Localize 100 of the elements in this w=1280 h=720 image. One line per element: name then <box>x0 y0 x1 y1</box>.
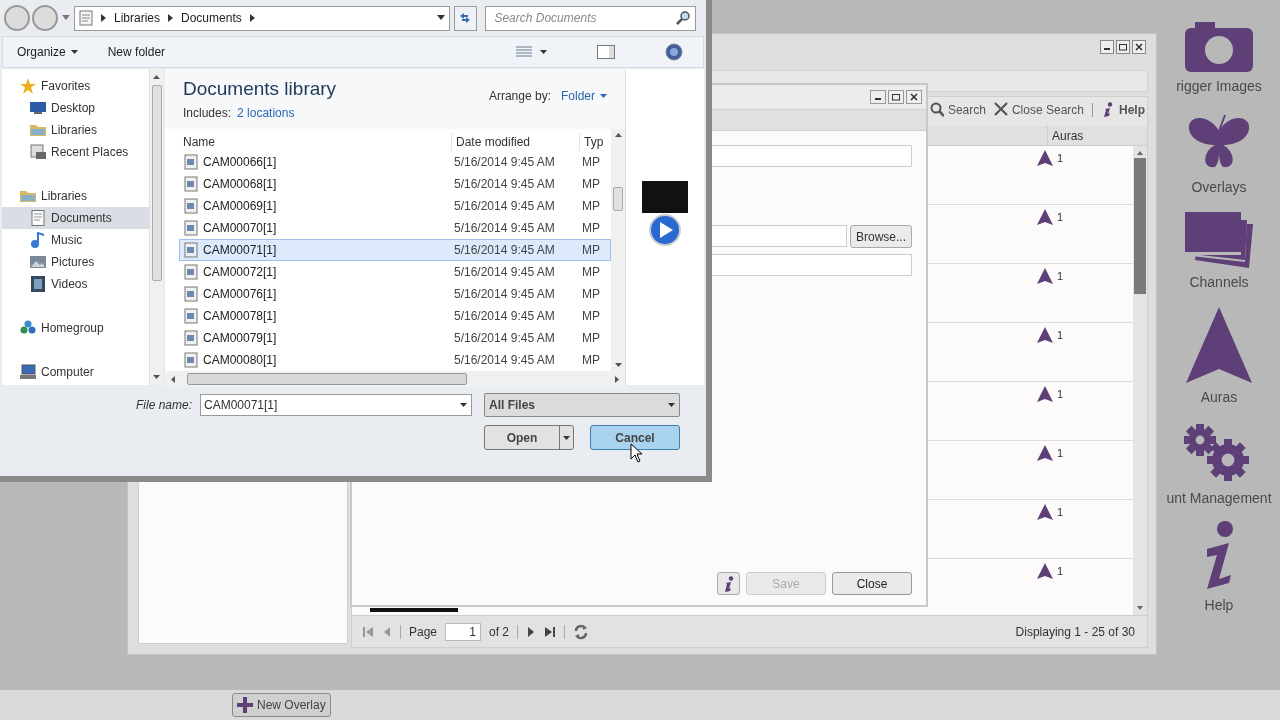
toolbar-button[interactable]: New folder <box>107 43 166 61</box>
open-button[interactable]: Open <box>484 425 574 450</box>
search-field[interactable]: Search Documents <box>485 5 696 31</box>
file-row[interactable]: CAM00072[1] 5/16/2014 9:45 AM MP <box>179 261 611 283</box>
column-header[interactable]: Date modified <box>451 133 579 151</box>
arrange-dropdown[interactable]: Folder <box>561 87 607 105</box>
sidebar-label[interactable]: rigger Images <box>1176 76 1262 97</box>
info-button[interactable] <box>717 572 740 595</box>
nav-item[interactable]: Libraries <box>2 119 149 141</box>
column-header[interactable]: Typ <box>579 133 609 151</box>
file-name-field[interactable]: CAM00071[1] <box>200 394 472 416</box>
minimize-button[interactable] <box>870 90 886 104</box>
search-icon <box>929 102 944 117</box>
scrollbar[interactable] <box>611 129 625 371</box>
sidebar-label[interactable]: unt Management <box>1166 488 1272 509</box>
maximize-button[interactable] <box>888 90 904 104</box>
nav-item[interactable]: Libraries <box>2 185 149 207</box>
left-arrow-icon <box>171 375 175 383</box>
nav-item[interactable]: Pictures <box>2 251 149 273</box>
refresh-icon <box>573 623 590 640</box>
nav-item[interactable]: Favorites <box>2 75 149 97</box>
search-icon <box>676 10 690 25</box>
sidebar-label[interactable]: Channels <box>1189 272 1249 293</box>
aura-icon <box>1037 504 1053 520</box>
library-title: Documents library <box>183 77 337 101</box>
help-button[interactable]: Help <box>1101 100 1145 119</box>
close-button[interactable] <box>1132 40 1146 54</box>
column-header[interactable]: Auras <box>1047 126 1127 145</box>
includes-label: Includes: <box>183 104 232 122</box>
nav-item[interactable]: Recent Places <box>2 141 149 163</box>
scrollbar-thumb[interactable] <box>187 373 467 385</box>
scrollbar[interactable] <box>165 371 625 387</box>
refresh-button[interactable] <box>453 5 478 31</box>
up-arrow-icon <box>153 75 160 79</box>
file-row[interactable]: CAM00071[1] 5/16/2014 9:45 AM MP <box>179 239 611 261</box>
scrollbar-thumb[interactable] <box>613 187 623 211</box>
previous-page-icon <box>382 625 392 638</box>
scrollbar-thumb[interactable] <box>1134 158 1146 294</box>
page-field[interactable]: 1 <box>445 622 482 641</box>
toolbar-button[interactable]: Organize <box>17 43 78 61</box>
file-name: CAM00068[1] <box>203 176 277 193</box>
breadcrumb[interactable]: Libraries <box>114 9 161 27</box>
minimize-button[interactable] <box>1100 40 1114 54</box>
video-thumbnail-icon <box>642 181 688 247</box>
cancel-button[interactable]: Cancel <box>590 425 680 450</box>
right-arrow-icon <box>615 375 619 383</box>
picture-icon <box>30 254 46 270</box>
preview-pane-button[interactable] <box>597 45 615 59</box>
nav-item[interactable]: Videos <box>2 273 149 295</box>
dropdown-arrow-icon <box>62 15 70 21</box>
scrollbar[interactable] <box>1133 146 1147 615</box>
aura-icon <box>1037 386 1053 402</box>
locations-link[interactable]: 2 locations <box>237 103 295 122</box>
file-date: 5/16/2014 9:45 AM <box>453 154 556 171</box>
scrollbar-thumb[interactable] <box>151 85 162 281</box>
file-name-label: File name: <box>135 397 192 414</box>
nav-item[interactable]: Documents <box>2 207 149 229</box>
file-date: 5/16/2014 9:45 AM <box>453 352 556 369</box>
help-button[interactable] <box>665 43 683 61</box>
file-type-dropdown[interactable]: All Files <box>484 393 680 417</box>
file-row[interactable]: CAM00080[1] 5/16/2014 9:45 AM MP <box>179 349 611 371</box>
back-button-icon <box>2 4 32 32</box>
file-name: CAM00070[1] <box>203 220 277 237</box>
sidebar-label[interactable]: Auras <box>1200 387 1238 408</box>
view-button[interactable] <box>516 46 547 58</box>
search-button[interactable]: Search <box>929 100 986 119</box>
sidebar-label[interactable]: Help <box>1204 595 1234 616</box>
browse-button[interactable]: Browse... <box>850 225 912 248</box>
list-view-icon <box>516 46 532 58</box>
file-date: 5/16/2014 9:45 AM <box>453 264 556 281</box>
file-row[interactable]: CAM00070[1] 5/16/2014 9:45 AM MP <box>179 217 611 239</box>
file-row[interactable]: CAM00066[1] 5/16/2014 9:45 AM MP <box>179 151 611 173</box>
close-button[interactable] <box>906 90 922 104</box>
breadcrumb[interactable]: Documents <box>181 9 242 27</box>
chevron-right-icon <box>101 14 106 22</box>
file-type: MP <box>581 198 601 215</box>
scrollbar[interactable] <box>149 69 163 385</box>
address-bar[interactable]: Libraries Documents <box>74 5 450 31</box>
maximize-button[interactable] <box>1116 40 1130 54</box>
new-overlay-button[interactable]: New Overlay <box>232 693 331 717</box>
file-row[interactable]: CAM00078[1] 5/16/2014 9:45 AM MP <box>179 305 611 327</box>
file-name: CAM00072[1] <box>203 264 277 281</box>
sidebar-label[interactable]: Overlays <box>1191 177 1247 198</box>
nav-item[interactable]: Desktop <box>2 97 149 119</box>
nav-item[interactable]: Homegroup <box>2 317 149 339</box>
file-row[interactable]: CAM00079[1] 5/16/2014 9:45 AM MP <box>179 327 611 349</box>
dialog-button[interactable]: Close <box>832 572 912 595</box>
file-row[interactable]: CAM00069[1] 5/16/2014 9:45 AM MP <box>179 195 611 217</box>
file-name: CAM00071[1] <box>203 242 277 259</box>
nav-item[interactable]: Music <box>2 229 149 251</box>
file-type: MP <box>581 176 601 193</box>
file-row[interactable]: CAM00068[1] 5/16/2014 9:45 AM MP <box>179 173 611 195</box>
file-name: CAM00066[1] <box>203 154 277 171</box>
file-row[interactable]: CAM00076[1] 5/16/2014 9:45 AM MP <box>179 283 611 305</box>
close-button[interactable]: Close Search <box>993 100 1084 119</box>
column-header[interactable]: Name <box>179 133 451 151</box>
video-file-icon <box>184 198 198 214</box>
file-type: MP <box>581 220 601 237</box>
file-type: MP <box>581 308 601 325</box>
nav-item[interactable]: Computer <box>2 361 149 383</box>
